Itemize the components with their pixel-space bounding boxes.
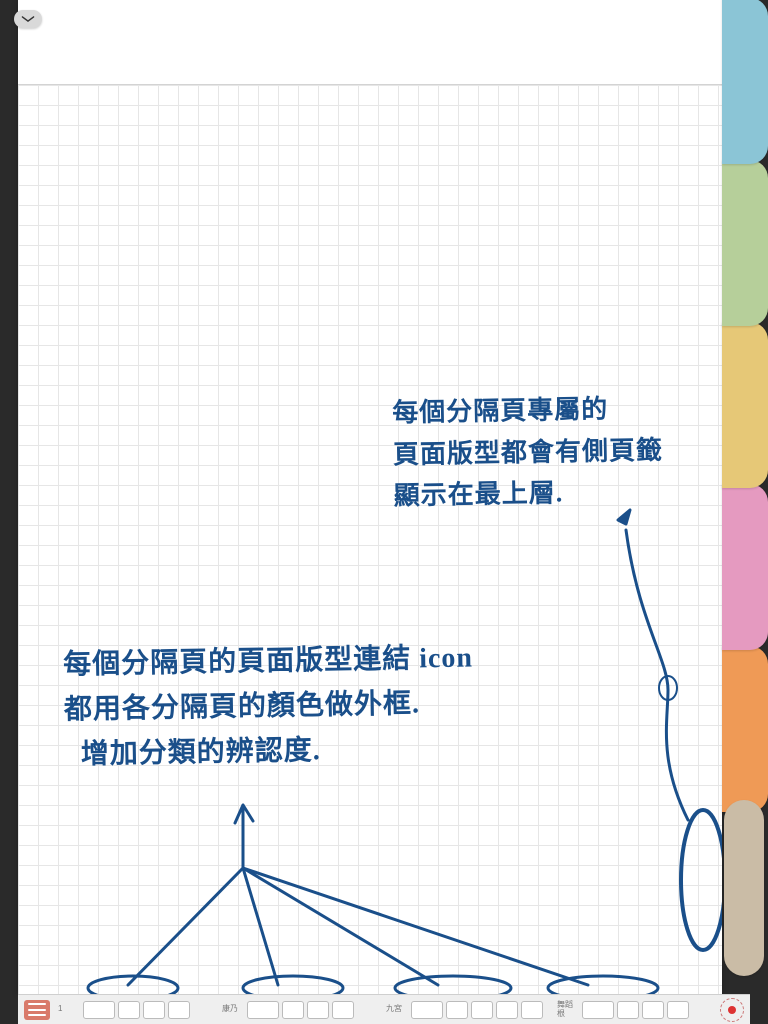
toolbar-group-0: 1: [58, 1001, 208, 1019]
bottom-toolbar: 1 康乃 九宮 舞蹈 根: [18, 994, 750, 1024]
toolbar-group-label: 舞蹈 根: [557, 1001, 579, 1019]
chevron-down-icon: [21, 15, 35, 23]
template-icon[interactable]: [496, 1001, 518, 1019]
toolbar-group-label: 康乃: [222, 1005, 244, 1014]
template-icon[interactable]: [143, 1001, 165, 1019]
page-grid: [18, 85, 722, 994]
side-tab-0[interactable]: [722, 0, 768, 164]
side-tabs: [722, 0, 768, 994]
handwriting-note-left: 每個分隔頁的頁面版型連結 icon 都用各分隔頁的顏色做外框. 增加分類的辨認度…: [63, 636, 475, 778]
toolbar-group-2: 九宮: [386, 1001, 543, 1019]
template-icon[interactable]: [168, 1001, 190, 1019]
template-icon[interactable]: [582, 1001, 614, 1019]
template-icon[interactable]: [617, 1001, 639, 1019]
toolbar-group-1: 康乃: [222, 1001, 372, 1019]
side-tab-3[interactable]: [722, 484, 768, 650]
side-tab-1[interactable]: [722, 160, 768, 326]
toolbar-group-label: 1: [58, 1005, 80, 1014]
template-icon[interactable]: [247, 1001, 279, 1019]
side-tab-2[interactable]: [722, 322, 768, 488]
template-icon[interactable]: [642, 1001, 664, 1019]
notebook-page[interactable]: 每個分隔頁專屬的 頁面版型都會有側頁籤 顯示在最上層. 每個分隔頁的頁面版型連結…: [18, 0, 722, 994]
template-icon[interactable]: [118, 1001, 140, 1019]
side-tab-active[interactable]: [724, 800, 764, 976]
template-icon[interactable]: [282, 1001, 304, 1019]
collapse-handle[interactable]: [14, 10, 42, 28]
template-icon[interactable]: [471, 1001, 493, 1019]
template-icon[interactable]: [446, 1001, 468, 1019]
record-button[interactable]: [720, 998, 744, 1022]
toolbar-group-3: 舞蹈 根: [557, 1001, 707, 1019]
template-icon[interactable]: [411, 1001, 443, 1019]
side-tab-4[interactable]: [722, 646, 768, 812]
template-icon[interactable]: [521, 1001, 543, 1019]
template-icon[interactable]: [307, 1001, 329, 1019]
menu-button[interactable]: [24, 1000, 50, 1020]
template-icon[interactable]: [332, 1001, 354, 1019]
handwriting-note-right: 每個分隔頁專屬的 頁面版型都會有側頁籤 顯示在最上層.: [392, 388, 664, 517]
page-header-strip: [18, 0, 722, 85]
template-icon[interactable]: [83, 1001, 115, 1019]
page-surface: 每個分隔頁專屬的 頁面版型都會有側頁籤 顯示在最上層. 每個分隔頁的頁面版型連結…: [18, 0, 722, 994]
template-icon[interactable]: [667, 1001, 689, 1019]
toolbar-group-label: 九宮: [386, 1005, 408, 1014]
